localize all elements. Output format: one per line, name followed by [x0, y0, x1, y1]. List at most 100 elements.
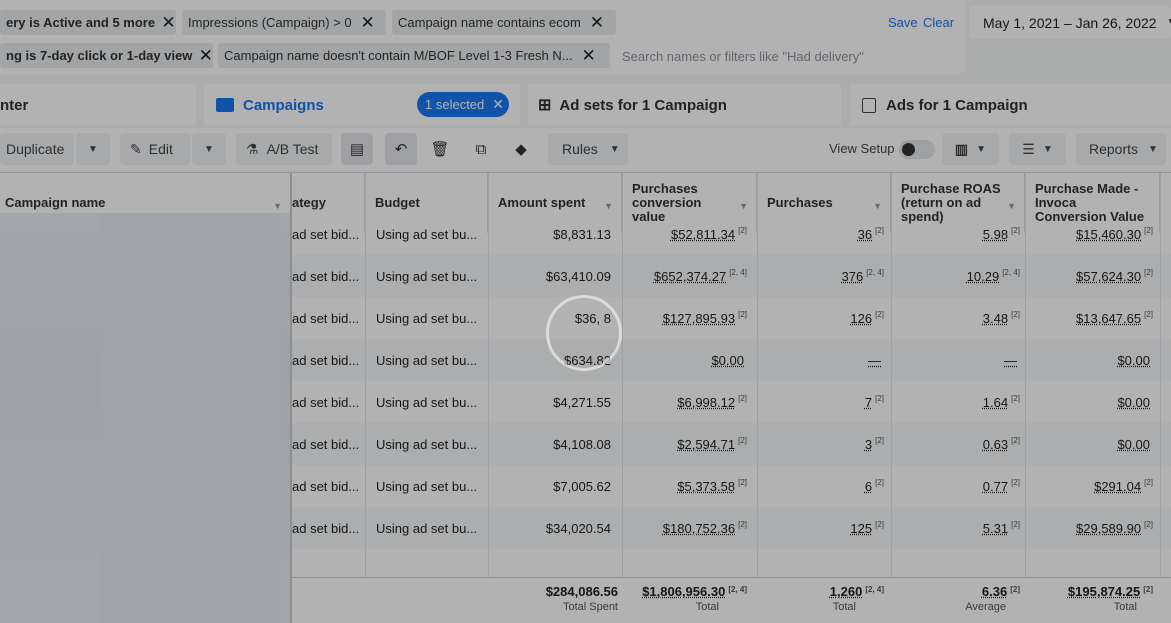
close-icon[interactable]: ✕	[587, 13, 607, 33]
purchases-cell[interactable]: 7 [2]	[757, 381, 884, 423]
purchases-value-cell[interactable]: $52,811.34 [2]	[622, 213, 747, 255]
roas-cell[interactable]: —	[892, 339, 1020, 381]
footnote: [2]	[1011, 225, 1020, 235]
preview-icon[interactable]: ⧉	[465, 133, 497, 165]
tab-ads[interactable]: Ads for 1 Campaign	[850, 84, 1171, 126]
table-row[interactable]: ad set bid... Using ad set bu... $34,020.5…	[292, 507, 1171, 549]
invoca-cell[interactable]: $29,589.90 [2]	[1025, 507, 1153, 549]
rules-dropdown[interactable]: Rules ▼	[548, 133, 628, 165]
total-roas-label: Average	[965, 601, 1006, 613]
invoca-cell[interactable]: $291.04 [2]	[1025, 465, 1153, 507]
sort-icon[interactable]: ▼	[873, 199, 882, 213]
table-row[interactable]: ad set bid... Using ad set bu... $4,271.55…	[292, 381, 1171, 423]
purchases-cell[interactable]: 376 [2, 4]	[757, 255, 885, 297]
purchases-value-cell[interactable]: $180,752.36 [2]	[622, 507, 747, 549]
filter-chip-label: ery is Active and 5 more	[6, 15, 156, 30]
clear-filter-link[interactable]: Clear	[923, 15, 954, 30]
edit-button[interactable]: ✎ Edit	[120, 133, 190, 165]
edit-dropdown-button[interactable]: ▼	[192, 133, 226, 165]
budget-cell: Using ad set bu...	[376, 507, 486, 549]
trash-icon[interactable]: 🗑	[424, 133, 456, 165]
breakdown-button[interactable]: ☰ ▼	[1009, 133, 1066, 165]
tab-label: nter	[0, 96, 29, 114]
close-icon[interactable]: ✕	[198, 46, 213, 66]
filter-chip[interactable]: ery is Active and 5 more ✕	[0, 10, 176, 35]
roas-cell[interactable]: 0.63 [2]	[892, 423, 1020, 465]
footnote: [2, 4]	[865, 585, 884, 594]
save-filter-link[interactable]: Save	[888, 15, 918, 30]
breakdown-icon: ☰	[1022, 140, 1035, 157]
total-roas: 6.36 [2] Average	[892, 584, 1020, 623]
roas-text: 10.29	[966, 268, 1000, 284]
roas-cell[interactable]: 10.29 [2, 4]	[892, 255, 1020, 297]
close-icon[interactable]: ✕	[579, 46, 599, 66]
invoca-text: $15,460.30	[1076, 226, 1142, 242]
roas-cell[interactable]: 5.98 [2]	[892, 213, 1020, 255]
invoca-cell[interactable]: $13,647.65 [2]	[1025, 297, 1153, 339]
date-range-picker[interactable]: May 1, 2021 – Jan 26, 2022 ▼	[969, 6, 1171, 39]
tab-account-overview[interactable]: nter	[0, 84, 196, 126]
purchases-value-cell[interactable]: $652,374.27 [2, 4]	[622, 255, 747, 297]
purchases-value-cell[interactable]: $127,895.93 [2]	[622, 297, 747, 339]
invoca-cell[interactable]: $0.00	[1025, 423, 1153, 465]
filter-chip[interactable]: Campaign name doesn't contain M/BOF Leve…	[218, 43, 610, 68]
table-row[interactable]: ad set bid... Using ad set bu... $63,410.0…	[292, 255, 1171, 297]
filter-chip[interactable]: Impressions (Campaign) > 0 ✕	[182, 10, 386, 35]
table-row[interactable]: ad set bid... Using ad set bu... $7,005.62…	[292, 465, 1171, 507]
folder-icon	[216, 98, 234, 112]
bid-strategy-cell: ad set bid...	[292, 465, 362, 507]
purchases-value-cell[interactable]: $2,594.71 [2]	[622, 423, 747, 465]
total-spent: $284,086.56 Total Spent	[488, 584, 618, 623]
invoca-cell[interactable]: $0.00	[1025, 339, 1153, 381]
invoca-cell[interactable]: $57,624.30 [2]	[1025, 255, 1153, 297]
sort-icon[interactable]: ▼	[1007, 199, 1016, 213]
purchases-cell[interactable]: 3 [2]	[757, 423, 884, 465]
filter-chip[interactable]: ng is 7-day click or 1-day view ✕	[0, 43, 213, 68]
table-row[interactable]: ad set bid... Using ad set bu... $36, 8 $12…	[292, 297, 1171, 339]
footnote: [2]	[1143, 585, 1153, 594]
toggle-knob	[902, 143, 915, 156]
duplicate-dropdown-button[interactable]: ▼	[76, 133, 110, 165]
purchases-cell[interactable]: 36 [2]	[757, 213, 884, 255]
purchases-cell[interactable]: 6 [2]	[757, 465, 884, 507]
undo-icon[interactable]: ↶	[385, 133, 417, 165]
clipboard-icon[interactable]: ▤	[341, 133, 373, 165]
table-row[interactable]: ad set bid... Using ad set bu... $8,831.13…	[292, 213, 1171, 255]
budget-text: Using ad set bu...	[376, 436, 478, 452]
purchases-cell[interactable]: 125 [2]	[757, 507, 884, 549]
footnote: [2]	[738, 477, 747, 487]
close-icon[interactable]: ✕	[492, 96, 504, 113]
invoca-cell[interactable]: $15,460.30 [2]	[1025, 213, 1153, 255]
sort-icon[interactable]: ▼	[604, 199, 613, 213]
purchases-cell[interactable]: 126 [2]	[757, 297, 884, 339]
purchases-cell[interactable]: —	[757, 339, 884, 381]
selected-badge[interactable]: 1 selected ✕	[417, 92, 509, 117]
purchases-value-cell[interactable]: $6,998.12 [2]	[622, 381, 747, 423]
table-row[interactable]: ad set bid... Using ad set bu... $4,108.08…	[292, 423, 1171, 465]
columns-button[interactable]: ▥ ▼	[942, 133, 999, 165]
roas-text: 0.77	[982, 478, 1009, 494]
tag-icon[interactable]: ◆	[505, 133, 537, 165]
close-icon[interactable]: ✕	[358, 13, 378, 33]
purchases-value-cell[interactable]: $5,373.58 [2]	[622, 465, 747, 507]
roas-cell[interactable]: 5.31 [2]	[892, 507, 1020, 549]
invoca-cell[interactable]: $0.00	[1025, 381, 1153, 423]
sort-icon[interactable]: ▼	[739, 199, 748, 213]
ab-test-button[interactable]: ⚗ A/B Test	[236, 133, 332, 165]
caret-down-icon: ▼	[1148, 143, 1158, 155]
search-input[interactable]	[622, 46, 952, 66]
budget-text: Using ad set bu...	[376, 310, 478, 326]
table-row[interactable]: ad set bid... Using ad set bu... $634.82 $0…	[292, 339, 1171, 381]
view-setup-toggle[interactable]	[899, 140, 935, 159]
sort-icon[interactable]: ▼	[273, 199, 282, 213]
roas-cell[interactable]: 0.77 [2]	[892, 465, 1020, 507]
tab-ad-sets[interactable]: ⊞ Ad sets for 1 Campaign	[528, 84, 841, 126]
roas-cell[interactable]: 1.64 [2]	[892, 381, 1020, 423]
purchases-value-cell[interactable]: $0.00	[622, 339, 747, 381]
reports-dropdown[interactable]: Reports ▼	[1076, 133, 1166, 165]
close-icon[interactable]: ✕	[161, 13, 176, 33]
duplicate-button[interactable]: Duplicate	[0, 133, 74, 165]
total-spent-label: Total Spent	[562, 601, 618, 613]
filter-chip[interactable]: Campaign name contains ecom ✕	[392, 10, 616, 35]
roas-cell[interactable]: 3.48 [2]	[892, 297, 1020, 339]
